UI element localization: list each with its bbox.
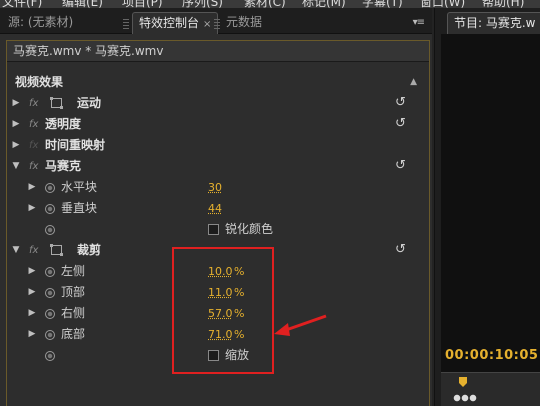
stopwatch-icon[interactable] xyxy=(45,309,55,319)
param-label: 右侧 xyxy=(61,306,86,320)
expand-triangle-icon[interactable]: ▶ xyxy=(27,324,37,345)
fx-icon[interactable]: fx xyxy=(29,93,38,114)
param-label: 底部 xyxy=(61,327,86,341)
menu-marker[interactable]: 标记(M) xyxy=(302,0,346,8)
effect-crop-label: 裁剪 xyxy=(77,243,102,257)
effect-mosaic[interactable]: ▼ fx 马赛克 ↺ xyxy=(7,156,429,177)
annotation-arrow-icon xyxy=(274,314,327,336)
menu-bar: 文件(F) 编辑(E) 项目(P) 序列(S) 素材(C) 标记(M) 字幕(T… xyxy=(0,0,540,8)
stopwatch-icon[interactable] xyxy=(45,267,55,277)
reset-icon[interactable]: ↺ xyxy=(395,243,409,257)
reset-icon[interactable]: ↺ xyxy=(395,96,409,110)
param-vertical-blocks: ▶ 垂直块 44 xyxy=(7,198,429,219)
ruler-markers xyxy=(453,393,477,403)
param-value[interactable]: 44 xyxy=(208,198,222,219)
param-label: 水平块 xyxy=(61,180,98,194)
menu-edit[interactable]: 编辑(E) xyxy=(62,0,103,8)
expand-triangle-icon[interactable]: ▶ xyxy=(11,93,21,114)
menu-window[interactable]: 窗口(W) xyxy=(420,0,465,8)
tab-effect-controls[interactable]: 特效控制台 × xyxy=(132,12,219,34)
param-label: 顶部 xyxy=(61,285,86,299)
stopwatch-icon[interactable] xyxy=(45,183,55,193)
collapse-triangle-icon[interactable]: ▼ xyxy=(11,240,21,261)
menu-project[interactable]: 项目(P) xyxy=(122,0,163,8)
stopwatch-icon[interactable] xyxy=(45,288,55,298)
highlight-box xyxy=(172,247,274,374)
stopwatch-icon[interactable] xyxy=(45,225,55,235)
program-timecode[interactable]: 00:00:10:05 xyxy=(445,348,538,363)
panel-menu-icon[interactable]: ▾≡ xyxy=(413,17,425,28)
reset-icon[interactable]: ↺ xyxy=(395,159,409,173)
fx-icon[interactable]: fx xyxy=(29,156,38,177)
program-time-ruler[interactable] xyxy=(441,372,540,406)
panel-tab-bar: 源: (无素材) 特效控制台 × 元数据 ▾≡ xyxy=(0,8,432,34)
stopwatch-icon[interactable] xyxy=(45,204,55,214)
expand-triangle-icon[interactable]: ▶ xyxy=(27,303,37,324)
expand-triangle-icon[interactable]: ▶ xyxy=(27,261,37,282)
scroll-up-icon[interactable]: ▲ xyxy=(410,72,417,93)
clip-header-label: 马赛克.wmv * 马赛克.wmv xyxy=(13,44,164,58)
section-title: 视频效果 xyxy=(15,75,64,89)
close-icon[interactable]: × xyxy=(203,19,211,30)
param-label: 锐化颜色 xyxy=(225,222,274,236)
expand-triangle-icon[interactable]: ▶ xyxy=(27,198,37,219)
tab-source[interactable]: 源: (无素材) xyxy=(2,12,79,34)
tab-source-label: 源: (无素材) xyxy=(8,15,74,29)
menu-file[interactable]: 文件(F) xyxy=(2,0,42,8)
section-video-effects: 视频效果 ▲ xyxy=(7,72,429,93)
param-sharpen-colors: 锐化颜色 xyxy=(7,219,429,240)
collapse-triangle-icon[interactable]: ▼ xyxy=(11,156,21,177)
menu-clip[interactable]: 素材(C) xyxy=(244,0,286,8)
effect-time-remap[interactable]: ▶ fx 时间重映射 xyxy=(7,135,429,156)
param-value[interactable]: 30 xyxy=(208,177,222,198)
menu-sequence[interactable]: 序列(S) xyxy=(182,0,223,8)
expand-triangle-icon[interactable]: ▶ xyxy=(11,135,21,156)
expand-triangle-icon[interactable]: ▶ xyxy=(27,177,37,198)
effect-motion-label: 运动 xyxy=(77,96,102,110)
effect-motion[interactable]: ▶ fx 运动 ↺ xyxy=(7,93,429,114)
crop-transform-icon[interactable] xyxy=(50,244,63,256)
fx-icon: fx xyxy=(29,140,39,151)
tab-metadata[interactable]: 元数据 xyxy=(220,12,268,34)
tab-program[interactable]: 节目: 马赛克.w xyxy=(447,12,540,34)
reset-icon[interactable]: ↺ xyxy=(395,117,409,131)
tab-metadata-label: 元数据 xyxy=(226,15,263,29)
stopwatch-icon[interactable] xyxy=(45,330,55,340)
tab-grip-icon[interactable] xyxy=(123,17,129,29)
fx-icon[interactable]: fx xyxy=(29,114,38,135)
effect-time-remap-label: 时间重映射 xyxy=(45,138,106,152)
menu-help[interactable]: 帮助(H) xyxy=(482,0,524,8)
param-label: 垂直块 xyxy=(61,201,98,215)
stopwatch-icon[interactable] xyxy=(45,351,55,361)
expand-triangle-icon[interactable]: ▶ xyxy=(11,114,21,135)
menu-title[interactable]: 字幕(T) xyxy=(362,0,403,8)
effect-opacity[interactable]: ▶ fx 透明度 ↺ xyxy=(7,114,429,135)
tab-program-label: 节目: 马赛克.w xyxy=(454,16,536,30)
playhead-icon[interactable] xyxy=(459,377,467,387)
motion-transform-icon[interactable] xyxy=(50,97,63,109)
effect-opacity-label: 透明度 xyxy=(45,117,82,131)
param-label: 左侧 xyxy=(61,264,86,278)
tab-effect-controls-label: 特效控制台 xyxy=(139,16,200,30)
expand-triangle-icon[interactable]: ▶ xyxy=(27,282,37,303)
param-horizontal-blocks: ▶ 水平块 30 xyxy=(7,177,429,198)
effect-mosaic-label: 马赛克 xyxy=(45,159,82,173)
sharpen-checkbox[interactable] xyxy=(208,224,219,235)
fx-icon[interactable]: fx xyxy=(29,240,38,261)
clip-header: 马赛克.wmv * 马赛克.wmv xyxy=(7,41,429,62)
program-monitor-panel: 节目: 马赛克.w 00:00:10:05 xyxy=(434,8,540,406)
